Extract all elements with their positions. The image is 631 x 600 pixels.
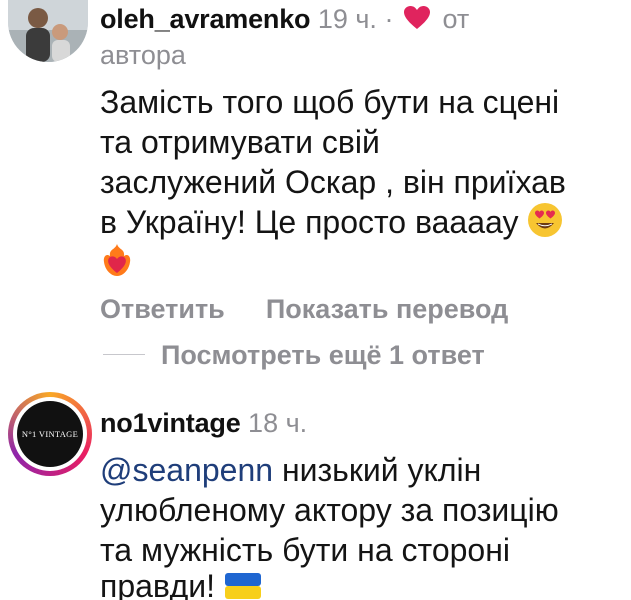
separator: · bbox=[384, 4, 394, 34]
show-translation-button[interactable]: Показать перевод bbox=[266, 294, 509, 324]
comment-text-line: та мужність бути на стороні bbox=[100, 532, 510, 568]
avatar-with-story-ring[interactable]: N°1 VINTAGE bbox=[8, 392, 92, 476]
comments-screen: oleh_avramenko 19 ч. · от автора Замість… bbox=[0, 0, 631, 600]
comment-text-line: Замість того щоб бути на сцені bbox=[100, 84, 560, 120]
comment-text-line: правди! bbox=[100, 566, 262, 600]
view-more-replies-button[interactable]: Посмотреть ещё 1 ответ bbox=[161, 338, 485, 372]
author-like-label-continued: автора bbox=[100, 40, 186, 70]
comment-text-segment: правди! bbox=[100, 568, 215, 600]
comment-username[interactable]: no1vintage bbox=[100, 408, 241, 438]
author-like-label: от bbox=[442, 4, 470, 34]
avatar-logo: N°1 VINTAGE bbox=[17, 401, 83, 467]
heart-eyes-emoji-icon bbox=[527, 202, 563, 247]
comment-text-segment: низький уклін bbox=[273, 452, 482, 488]
comment-time: 19 ч. bbox=[317, 4, 377, 34]
mention-link[interactable]: @seanpenn bbox=[100, 452, 273, 488]
comment-text-segment: в Україну! Це просто ваааау bbox=[100, 204, 519, 240]
author-liked-heart-icon bbox=[403, 5, 431, 39]
comment-time: 18 ч. bbox=[248, 408, 308, 438]
comment-text-line: @seanpenn низький уклін bbox=[100, 450, 481, 490]
ukraine-flag-emoji-icon bbox=[224, 569, 262, 600]
avatar-photo-icon bbox=[8, 0, 88, 62]
comment-text-line: в Україну! Це просто ваааау bbox=[100, 202, 563, 247]
comment-header: no1vintage 18 ч. bbox=[100, 406, 307, 440]
heart-on-fire-emoji-icon bbox=[100, 242, 134, 287]
comment-actions: Ответить Показать перевод bbox=[100, 292, 508, 326]
replies-divider bbox=[103, 354, 145, 355]
comment-username[interactable]: oleh_avramenko bbox=[100, 4, 311, 34]
comment-text-line: заслужений Оскар , він приїхав bbox=[100, 164, 566, 200]
comment-text-line: та отримувати свій bbox=[100, 124, 380, 160]
avatar[interactable] bbox=[8, 0, 88, 62]
comment-text-line bbox=[100, 242, 134, 287]
comment-text-line: улюбленому актору за позицію bbox=[100, 492, 559, 528]
comment-header: oleh_avramenko 19 ч. · от bbox=[100, 2, 469, 39]
reply-button[interactable]: Ответить bbox=[100, 294, 225, 324]
